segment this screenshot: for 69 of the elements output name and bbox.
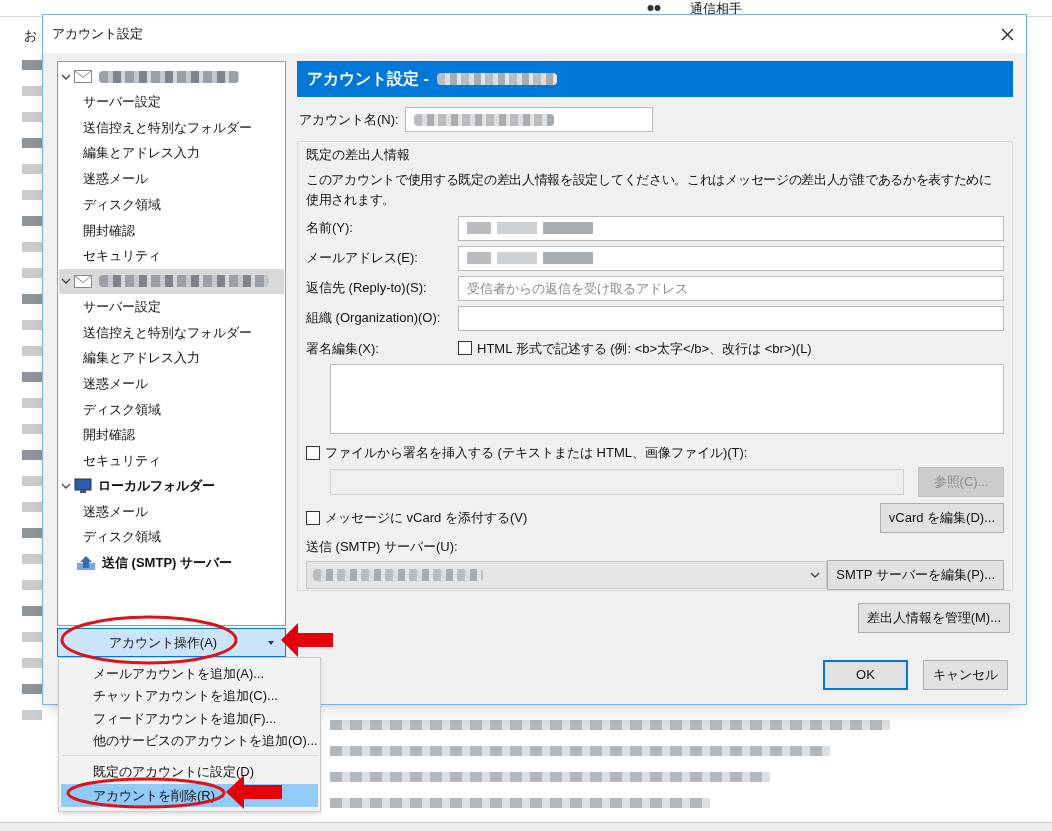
- tree-item[interactable]: 迷惑メール: [59, 166, 284, 192]
- chevron-down-icon[interactable]: [61, 72, 71, 81]
- menu-item[interactable]: 他のサービスのアカウントを追加(O)...: [61, 729, 318, 752]
- file-path-field[interactable]: [330, 468, 904, 495]
- field-label: メールアドレス(E):: [306, 249, 419, 268]
- menu-item[interactable]: フィードアカウントを追加(F)...: [61, 707, 318, 730]
- text-field[interactable]: [458, 305, 1004, 331]
- checkbox-label: HTML 形式で記述する (例: <b>太字</b>、改行は <br>)(L): [477, 339, 812, 358]
- tree-item[interactable]: 開封確認: [59, 422, 284, 448]
- pointer-arrow: [281, 623, 333, 657]
- tree-item[interactable]: 編集とアドレス入力: [59, 140, 284, 167]
- checkbox[interactable]: [306, 445, 320, 460]
- monitor-icon: [74, 478, 92, 495]
- text-field[interactable]: [458, 245, 1004, 271]
- dialog-button[interactable]: キャンセル: [923, 660, 1008, 690]
- field-label: 名前(Y):: [306, 219, 354, 238]
- checkbox[interactable]: [306, 510, 320, 525]
- dialog-button[interactable]: OK: [823, 660, 908, 690]
- chevron-down-icon[interactable]: [61, 482, 71, 491]
- chevron-down-icon[interactable]: [810, 571, 821, 579]
- upload-icon: [76, 554, 96, 571]
- tree-item[interactable]: ディスク領域: [59, 524, 284, 550]
- text-field[interactable]: [458, 215, 1004, 241]
- field-label: 組織 (Organization)(O):: [306, 309, 442, 328]
- tree-label: ローカルフォルダー: [98, 477, 215, 496]
- field-label: 返信先 (Reply-to)(S):: [306, 279, 428, 298]
- tree-item[interactable]: 開封確認: [59, 217, 284, 244]
- tree-item[interactable]: セキュリティ: [59, 447, 284, 474]
- tree-node[interactable]: 送信 (SMTP) サーバー: [59, 550, 284, 575]
- manage-identities-button[interactable]: 差出人情報を管理(M)...: [857, 603, 1010, 633]
- tree-item[interactable]: 編集とアドレス入力: [59, 345, 284, 371]
- header-title: アカウント設定 -: [307, 69, 429, 89]
- checkbox[interactable]: [458, 341, 472, 356]
- field-label: 送信 (SMTP) サーバー(U):: [306, 537, 459, 556]
- tree-item[interactable]: サーバー設定: [59, 89, 284, 115]
- tree-item[interactable]: 迷惑メール: [59, 498, 284, 525]
- chevron-down-icon[interactable]: [61, 277, 71, 286]
- field-label: 署名編集(X):: [306, 339, 380, 358]
- people-icon: [647, 4, 661, 12]
- tree-item[interactable]: ディスク領域: [59, 396, 284, 423]
- description-text: このアカウントで使用する既定の差出人情報を設定してください。これはメッセージの差出人が誰であるかを表すために使用されます。: [306, 171, 993, 209]
- edit-vcard-button[interactable]: vCard を編集(D)...: [879, 502, 1004, 533]
- tree-label: 送信 (SMTP) サーバー: [102, 553, 232, 572]
- envelope-icon: [74, 70, 92, 83]
- menu-item[interactable]: チャットアカウントを追加(C)...: [61, 684, 318, 707]
- window-title: アカウント設定: [52, 25, 143, 44]
- text-field[interactable]: 受信者からの返信を受け取るアドレス: [458, 275, 1004, 301]
- group-title: 既定の差出人情報: [306, 146, 411, 164]
- checkbox-label: ファイルから署名を挿入する (テキストまたは HTML、画像ファイル)(T):: [325, 444, 748, 462]
- field-label: アカウント名(N):: [299, 110, 399, 129]
- tree-item[interactable]: 送信控えと特別なフォルダー: [59, 319, 284, 346]
- tree-item[interactable]: ディスク領域: [59, 191, 284, 218]
- column-header: 通信相手: [690, 1, 742, 16]
- tree-item[interactable]: セキュリティ: [59, 243, 284, 269]
- edit-smtp-button[interactable]: SMTP サーバーを編集(P)...: [827, 560, 1004, 590]
- close-icon[interactable]: [1001, 27, 1014, 41]
- menu-item[interactable]: メールアカウントを追加(A)...: [61, 662, 318, 685]
- account-name-field[interactable]: [404, 107, 653, 132]
- column-header: お: [24, 27, 37, 45]
- checkbox-label: メッセージに vCard を添付する(V): [325, 508, 528, 527]
- envelope-icon: [74, 274, 92, 288]
- tree-node[interactable]: ローカルフォルダー: [59, 473, 284, 499]
- account-actions-button[interactable]: アカウント操作(A): [57, 628, 286, 657]
- tree-node[interactable]: [59, 268, 284, 294]
- tree-item[interactable]: サーバー設定: [59, 293, 284, 320]
- caret-icon: [268, 640, 274, 645]
- tree-item[interactable]: 送信控えと特別なフォルダー: [59, 114, 284, 141]
- signature-field[interactable]: [330, 364, 1004, 434]
- tree-item[interactable]: 迷惑メール: [59, 370, 284, 397]
